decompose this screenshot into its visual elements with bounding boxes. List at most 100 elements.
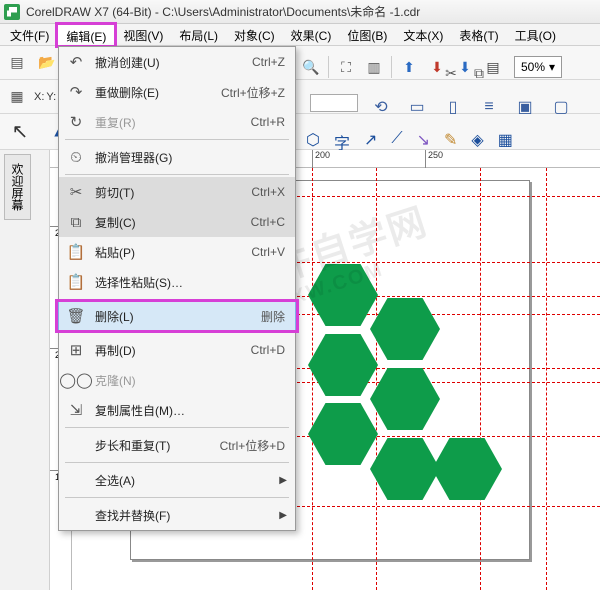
prop-icons: ⟲ ▭ ▯ ≡ ▣ ▢ <box>310 94 574 120</box>
menu-item-accel: Ctrl+位移+D <box>220 437 295 454</box>
separator <box>391 56 392 78</box>
menu-item-icon: ◯◯ <box>59 371 93 389</box>
menu-item[interactable]: ↶撤消创建(U)Ctrl+Z <box>59 47 295 77</box>
new-icon[interactable]: ▤ <box>6 52 28 74</box>
menu-4[interactable]: 对象(C) <box>226 24 283 45</box>
menu-item: ◯◯克隆(N) <box>59 365 295 395</box>
menu-item-label: 撤消创建(U) <box>93 54 252 71</box>
guide-line[interactable] <box>480 168 481 590</box>
zoom-level[interactable]: 50%▾ <box>514 56 562 78</box>
guide-line[interactable] <box>546 168 547 590</box>
chevron-down-icon: ▾ <box>549 60 555 74</box>
grid-icon[interactable]: ▦ <box>6 86 28 108</box>
align-icon[interactable]: ≡ <box>476 94 502 120</box>
menu-item[interactable]: 🗑删除(L)删除 <box>58 301 296 331</box>
menu-item-accel: Ctrl+V <box>251 245 295 259</box>
submenu-arrow-icon: ▶ <box>279 475 295 486</box>
menu-6[interactable]: 位图(B) <box>339 24 395 45</box>
menu-item-label: 再制(D) <box>93 342 251 359</box>
layers-icon[interactable]: ▥ <box>363 56 385 78</box>
titlebar: CorelDRAW X7 (64-Bit) - C:\Users\Adminis… <box>0 0 600 24</box>
import-icon[interactable]: ⬇ <box>454 56 476 78</box>
menu-item-label: 剪切(T) <box>93 184 251 201</box>
menu-5[interactable]: 效果(C) <box>283 24 340 45</box>
menu-item[interactable]: ⏲撤消管理器(G) <box>59 142 295 172</box>
menu-item-icon: ↶ <box>59 53 93 71</box>
menu-item-label: 步长和重复(T) <box>93 437 220 454</box>
center-toolbar: 🔍 ⛶ ▥ ⬆ ⬇ ⬇ ▤ 50%▾ <box>300 56 562 78</box>
menu-item-label: 重复(R) <box>93 114 251 131</box>
menu-item-accel: Ctrl+D <box>251 343 295 357</box>
menu-item[interactable]: 全选(A)▶ <box>59 465 295 495</box>
menu-item-icon: 🗑 <box>59 307 93 325</box>
menu-item[interactable]: ⊞再制(D)Ctrl+D <box>59 335 295 365</box>
search-icon[interactable]: 🔍 <box>300 56 322 78</box>
menu-separator <box>65 139 289 140</box>
ruler-tick: 250 <box>425 150 443 168</box>
menubar: 文件(F)编辑(E)视图(V)布局(L)对象(C)效果(C)位图(B)文本(X)… <box>0 24 600 46</box>
menu-item-label: 复制属性自(M)… <box>93 402 295 419</box>
menu-7[interactable]: 文本(X) <box>395 24 451 45</box>
menu-3[interactable]: 布局(L) <box>171 24 226 45</box>
pdf-icon[interactable]: ▤ <box>482 56 504 78</box>
guide-line[interactable] <box>312 168 313 590</box>
menu-item-icon: 📋 <box>59 243 93 261</box>
edit-dropdown: ↶撤消创建(U)Ctrl+Z↷重做删除(E)Ctrl+位移+Z↻重复(R)Ctr… <box>58 46 296 531</box>
fullscreen-icon[interactable]: ⛶ <box>335 56 357 78</box>
publish-icon[interactable]: ⬆ <box>398 56 420 78</box>
orient-icon[interactable]: ▯ <box>440 94 466 120</box>
menu-item-accel: Ctrl+R <box>251 115 295 129</box>
menu-item[interactable]: ⇲复制属性自(M)… <box>59 395 295 425</box>
menu-item: ↻重复(R)Ctrl+R <box>59 107 295 137</box>
menu-item[interactable]: ✂剪切(T)Ctrl+X <box>59 177 295 207</box>
width-input[interactable] <box>310 94 358 112</box>
menu-item-accel: Ctrl+X <box>251 185 295 199</box>
front-icon[interactable]: ▣ <box>512 94 538 120</box>
menu-item-icon: ✂ <box>59 183 93 201</box>
menu-item-accel: Ctrl+位移+Z <box>221 84 295 101</box>
menu-separator <box>65 332 289 333</box>
menu-item[interactable]: 📋选择性粘贴(S)… <box>59 267 295 297</box>
menu-item-label: 删除(L) <box>93 308 261 325</box>
separator <box>328 56 329 78</box>
menu-item[interactable]: 📋粘贴(P)Ctrl+V <box>59 237 295 267</box>
menu-9[interactable]: 工具(O) <box>507 24 564 45</box>
menu-item-icon: ↻ <box>59 113 93 131</box>
menu-item-accel: 删除 <box>261 308 295 325</box>
menu-8[interactable]: 表格(T) <box>451 24 506 45</box>
menu-separator <box>65 462 289 463</box>
menu-item-icon: ⧉ <box>59 214 93 231</box>
window-title: CorelDRAW X7 (64-Bit) - C:\Users\Adminis… <box>26 3 420 20</box>
export-red-icon[interactable]: ⬇ <box>426 56 448 78</box>
welcome-tab[interactable]: 欢迎屏幕 <box>4 154 31 220</box>
menu-0[interactable]: 文件(F) <box>2 24 57 45</box>
arrow-tool-icon[interactable]: ↖ <box>6 118 34 146</box>
back-icon[interactable]: ▢ <box>548 94 574 120</box>
menu-item[interactable]: ↷重做删除(E)Ctrl+位移+Z <box>59 77 295 107</box>
menu-separator <box>65 174 289 175</box>
menu-separator <box>65 299 289 300</box>
menu-item-label: 克隆(N) <box>93 372 295 389</box>
menu-item[interactable]: 步长和重复(T)Ctrl+位移+D <box>59 430 295 460</box>
left-sidebar: 欢迎屏幕 <box>0 150 50 590</box>
menu-item-label: 重做删除(E) <box>93 84 221 101</box>
menu-item-label: 粘贴(P) <box>93 244 251 261</box>
menu-item[interactable]: ⧉复制(C)Ctrl+C <box>59 207 295 237</box>
menu-2[interactable]: 视图(V) <box>115 24 171 45</box>
ruler-tick: 200 <box>312 150 330 168</box>
y-label: Y: <box>46 91 56 103</box>
open-icon[interactable]: 📂 <box>36 52 58 74</box>
units-icon[interactable]: ▭ <box>404 94 430 120</box>
menu-item-label: 查找并替换(F) <box>93 507 279 524</box>
menu-item-label: 撤消管理器(G) <box>93 149 295 166</box>
menu-item-icon: ⏲ <box>59 149 93 166</box>
lock-icon[interactable]: ⟲ <box>368 94 394 120</box>
menu-item-icon: 📋 <box>59 273 93 291</box>
menu-1[interactable]: 编辑(E) <box>57 24 115 45</box>
app-logo <box>4 4 20 20</box>
menu-item-label: 复制(C) <box>93 214 251 231</box>
guide-line[interactable] <box>376 168 377 590</box>
submenu-arrow-icon: ▶ <box>279 510 295 521</box>
menu-item-accel: Ctrl+C <box>251 215 295 229</box>
menu-item[interactable]: 查找并替换(F)▶ <box>59 500 295 530</box>
